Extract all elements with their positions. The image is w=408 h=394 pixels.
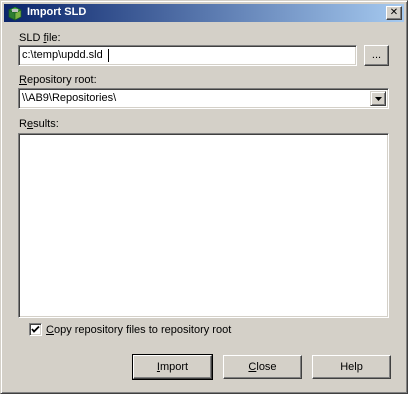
close-rest: lose — [256, 361, 277, 373]
copy-files-label-accel: C — [46, 324, 54, 336]
results-label-part: sults: — [33, 118, 59, 130]
close-window-button[interactable]: ✕ — [386, 6, 402, 20]
browse-button-label: ... — [371, 49, 382, 61]
chevron-down-icon — [375, 97, 382, 101]
checkmark-icon — [31, 325, 40, 333]
import-button[interactable]: Import — [132, 354, 213, 380]
browse-button[interactable]: ... — [364, 45, 389, 66]
copy-files-checkbox[interactable] — [29, 323, 42, 336]
text-caret — [108, 49, 109, 62]
window-title: Import SLD — [27, 6, 87, 18]
repository-root-label-part: epository root: — [26, 74, 97, 86]
title-bar[interactable]: Import SLD ✕ — [4, 4, 404, 22]
dropdown-arrow-button[interactable] — [370, 91, 386, 106]
close-button[interactable]: Close — [223, 355, 302, 379]
repository-root-label: Repository root: — [19, 74, 97, 86]
sld-file-input[interactable]: c:\temp\updd.sld — [18, 45, 357, 66]
copy-files-label[interactable]: Copy repository files to repository root — [46, 324, 231, 336]
help-button-label: Help — [340, 361, 363, 373]
sld-file-label: SLD file: — [19, 32, 61, 44]
help-button[interactable]: Help — [312, 355, 391, 379]
sld-file-label-part: SLD — [19, 32, 44, 44]
close-icon: ✕ — [389, 7, 399, 18]
repository-root-selected: \\AB9\Repositories\ — [22, 92, 117, 104]
results-label: Results: — [19, 118, 59, 130]
app-icon — [8, 6, 22, 21]
results-label-part: R — [19, 118, 27, 130]
import-button-label: Import — [157, 356, 188, 378]
sld-file-value: c:\temp\updd.sld — [22, 49, 103, 61]
close-accel: C — [248, 361, 257, 373]
close-button-label: Close — [248, 356, 276, 378]
copy-files-label-part: opy repository files to repository root — [53, 324, 232, 336]
repository-root-label-accel: R — [19, 74, 27, 86]
repository-root-dropdown[interactable]: \\AB9\Repositories\ — [18, 88, 389, 109]
import-rest: mport — [159, 361, 189, 373]
import-sld-dialog: Import SLD ✕ SLD file: c:\temp\updd.sld … — [0, 0, 408, 394]
sld-file-label-part: ile: — [46, 32, 61, 44]
results-textarea[interactable] — [18, 133, 389, 318]
